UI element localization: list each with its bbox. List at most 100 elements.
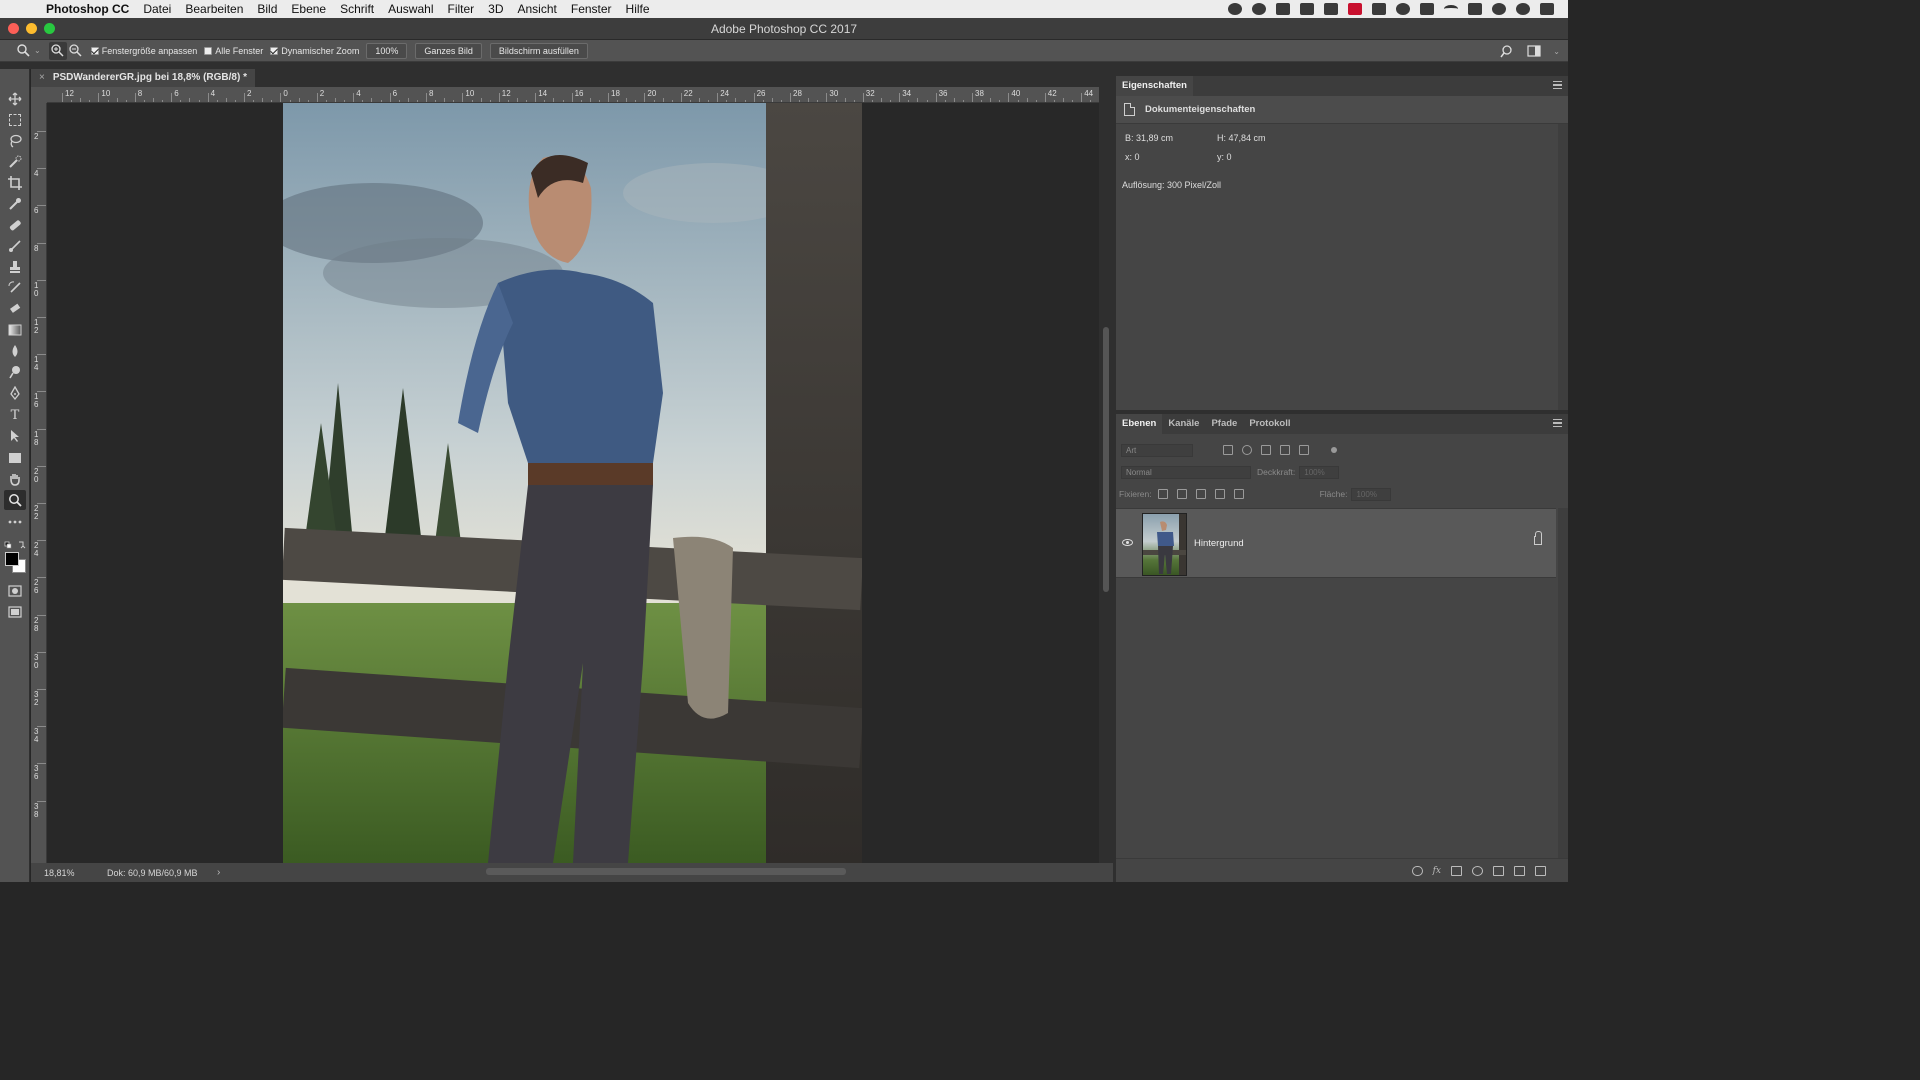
siri-icon[interactable] <box>1516 3 1530 15</box>
layer-thumbnail[interactable] <box>1142 513 1187 576</box>
status-menu-arrow[interactable]: › <box>217 867 220 878</box>
eyedropper-tool-icon[interactable] <box>4 194 26 214</box>
tab-kanaele[interactable]: Kanäle <box>1162 414 1205 434</box>
notification-center-icon[interactable] <box>1540 3 1554 15</box>
crop-tool-icon[interactable] <box>4 173 26 193</box>
new-group-icon[interactable] <box>1493 865 1504 876</box>
dodge-tool-icon[interactable] <box>4 362 26 382</box>
type-tool-icon[interactable]: T <box>4 405 26 425</box>
screen-mode-icon[interactable] <box>4 602 26 622</box>
menu-photoshop[interactable]: Photoshop CC <box>39 0 136 18</box>
fill-input[interactable]: 100% <box>1351 487 1392 501</box>
close-tab-icon[interactable]: × <box>39 69 45 87</box>
camera-icon[interactable] <box>1372 3 1386 15</box>
move-tool-icon[interactable] <box>4 89 26 109</box>
menu-bearbeiten[interactable]: Bearbeiten <box>178 0 250 18</box>
link-layers-icon[interactable] <box>1411 865 1423 876</box>
layer-row[interactable]: Hintergrund <box>1116 508 1556 578</box>
all-windows-checkbox[interactable]: Alle Fenster <box>204 46 263 56</box>
vertical-scroll-thumb[interactable] <box>1103 327 1109 592</box>
chevron-down-icon[interactable]: ⌄ <box>34 46 41 55</box>
zoom-out-icon[interactable] <box>67 42 85 60</box>
zoom-tool-preset-icon[interactable] <box>14 42 32 60</box>
creative-cloud-icon[interactable] <box>1276 3 1290 15</box>
printer-icon[interactable] <box>1324 3 1338 15</box>
document-canvas[interactable] <box>47 103 1099 863</box>
layers-scrollbar[interactable] <box>1558 508 1568 858</box>
height-value[interactable]: 47,84 cm <box>1229 133 1266 143</box>
menu-datei[interactable]: Datei <box>136 0 178 18</box>
document-image[interactable] <box>283 103 862 863</box>
blend-mode-select[interactable]: Normal <box>1121 465 1251 479</box>
pen-tool-icon[interactable] <box>4 383 26 403</box>
y-value[interactable]: 0 <box>1227 152 1232 162</box>
app-badge-icon[interactable] <box>1348 3 1362 15</box>
bluetooth-icon[interactable] <box>1420 3 1434 15</box>
opacity-input[interactable]: 100% <box>1299 465 1340 479</box>
menu-fenster[interactable]: Fenster <box>564 0 619 18</box>
zoom-tool-icon[interactable] <box>4 490 26 510</box>
workspace-icon[interactable] <box>1525 42 1543 60</box>
clone-stamp-tool-icon[interactable] <box>4 257 26 277</box>
menu-schrift[interactable]: Schrift <box>333 0 381 18</box>
sync-icon[interactable] <box>1252 3 1266 15</box>
tab-eigenschaften[interactable]: Eigenschaften <box>1116 76 1193 96</box>
more-tools-icon[interactable] <box>4 512 26 532</box>
scrubby-zoom-checkbox[interactable]: Dynamischer Zoom <box>270 46 359 56</box>
hand-tool-icon[interactable] <box>4 469 26 489</box>
document-tab[interactable]: × PSDWandererGR.jpg bei 18,8% (RGB/8) * <box>31 69 255 87</box>
menu-auswahl[interactable]: Auswahl <box>381 0 440 18</box>
ruler-origin[interactable] <box>31 87 47 103</box>
filter-shape-icon[interactable] <box>1280 445 1290 455</box>
quick-mask-icon[interactable] <box>4 581 26 601</box>
resize-windows-checkbox[interactable]: Fenstergröße anpassen <box>90 46 197 56</box>
tab-ebenen[interactable]: Ebenen <box>1116 414 1163 434</box>
lock-artboard-icon[interactable] <box>1214 489 1225 499</box>
apple-menu-icon[interactable] <box>15 1 31 17</box>
eraser-tool-icon[interactable] <box>4 299 26 319</box>
fit-screen-button[interactable]: Ganzes Bild <box>415 42 482 59</box>
blur-tool-icon[interactable] <box>4 341 26 361</box>
airplay-icon[interactable] <box>1468 3 1482 15</box>
horizontal-scroll-thumb[interactable] <box>486 868 846 875</box>
vertical-ruler[interactable]: 2 4 6 8 10 12 14 16 18 20 22 24 26 28 30 32 34 36 38 <box>31 103 47 863</box>
add-mask-icon[interactable] <box>1451 865 1462 876</box>
menu-bild[interactable]: Bild <box>250 0 284 18</box>
wifi-icon[interactable] <box>1444 5 1458 13</box>
brush-tool-icon[interactable] <box>4 236 26 256</box>
properties-scrollbar[interactable] <box>1558 124 1568 410</box>
zoom-in-icon[interactable] <box>48 41 67 60</box>
lock-transparent-icon[interactable] <box>1157 489 1168 499</box>
filter-type-icon[interactable] <box>1261 445 1271 455</box>
record-icon[interactable] <box>1228 3 1242 15</box>
lasso-tool-icon[interactable] <box>4 131 26 151</box>
menu-hilfe[interactable]: Hilfe <box>619 0 657 18</box>
menu-ansicht[interactable]: Ansicht <box>511 0 564 18</box>
gradient-tool-icon[interactable] <box>4 320 26 340</box>
quick-selection-tool-icon[interactable] <box>4 152 26 172</box>
menu-3d[interactable]: 3D <box>481 0 510 18</box>
chevron-down-icon[interactable]: ⌄ <box>1553 47 1560 56</box>
rectangle-tool-icon[interactable] <box>4 448 26 468</box>
foreground-color-swatch[interactable] <box>5 552 19 566</box>
spotlight-icon[interactable] <box>1492 3 1506 15</box>
zoom-level[interactable]: 18,81% <box>31 868 93 878</box>
adjustment-layer-icon[interactable] <box>1472 865 1483 876</box>
screen-icon[interactable] <box>1300 3 1314 15</box>
fx-icon[interactable]: fx <box>1433 866 1441 876</box>
vertical-scrollbar[interactable] <box>1099 87 1113 863</box>
filter-adjustment-icon[interactable] <box>1242 445 1252 455</box>
tab-protokoll[interactable]: Protokoll <box>1243 414 1296 434</box>
fill-screen-button[interactable]: Bildschirm ausfüllen <box>489 42 588 59</box>
layer-filter-input[interactable]: Art <box>1121 443 1193 457</box>
panel-menu-icon[interactable] <box>1553 81 1562 89</box>
lock-image-icon[interactable] <box>1176 489 1187 499</box>
menu-filter[interactable]: Filter <box>440 0 481 18</box>
filter-pixel-icon[interactable] <box>1223 445 1233 455</box>
eye-icon[interactable] <box>1122 539 1133 546</box>
panel-menu-icon[interactable] <box>1553 419 1562 427</box>
clock-icon[interactable] <box>1396 3 1410 15</box>
layer-name[interactable]: Hintergrund <box>1194 538 1244 549</box>
healing-brush-tool-icon[interactable] <box>4 215 26 235</box>
path-selection-tool-icon[interactable] <box>4 426 26 446</box>
